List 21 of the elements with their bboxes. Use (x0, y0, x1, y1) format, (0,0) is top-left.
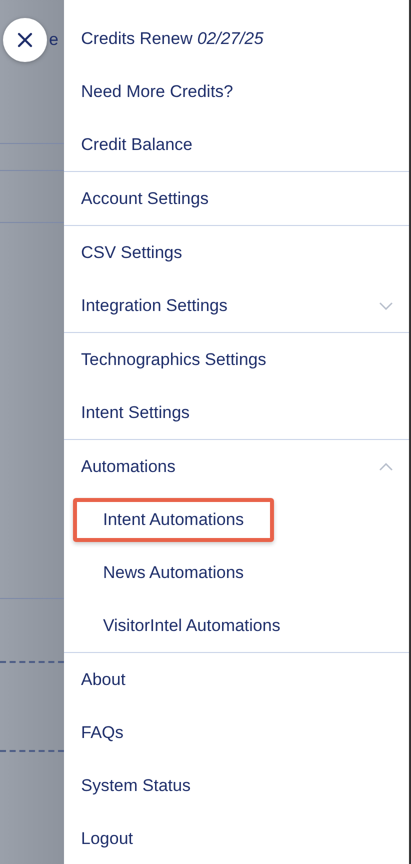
close-button[interactable] (3, 18, 47, 62)
close-icon (17, 32, 33, 48)
submenu-item[interactable]: News Automations (73, 550, 274, 594)
menu-item[interactable]: FAQs (64, 706, 409, 759)
menu-item[interactable]: Technographics Settings (64, 333, 409, 386)
background-text: e (49, 30, 58, 50)
menu-item[interactable]: CSV Settings (64, 226, 409, 279)
submenu-item[interactable]: VisitorIntel Automations (73, 604, 310, 648)
menu-item[interactable]: Need More Credits? (64, 65, 409, 118)
menu-item[interactable]: Credits Renew 02/27/25 (64, 12, 409, 65)
menu-item[interactable]: Account Settings (64, 172, 409, 225)
menu-item[interactable]: System Status (64, 759, 409, 812)
menu-item[interactable]: Intent Settings (64, 386, 409, 439)
submenu-item[interactable]: Intent Automations (73, 498, 274, 542)
chevron-up-icon (379, 462, 393, 470)
menu-item[interactable]: Credit Balance (64, 118, 409, 171)
menu-item[interactable]: About (64, 653, 409, 706)
menu-item[interactable]: Automations (64, 440, 409, 493)
chevron-down-icon (379, 302, 393, 310)
menu-item[interactable]: Integration Settings (64, 279, 409, 332)
menu-item[interactable]: Logout (64, 812, 409, 864)
